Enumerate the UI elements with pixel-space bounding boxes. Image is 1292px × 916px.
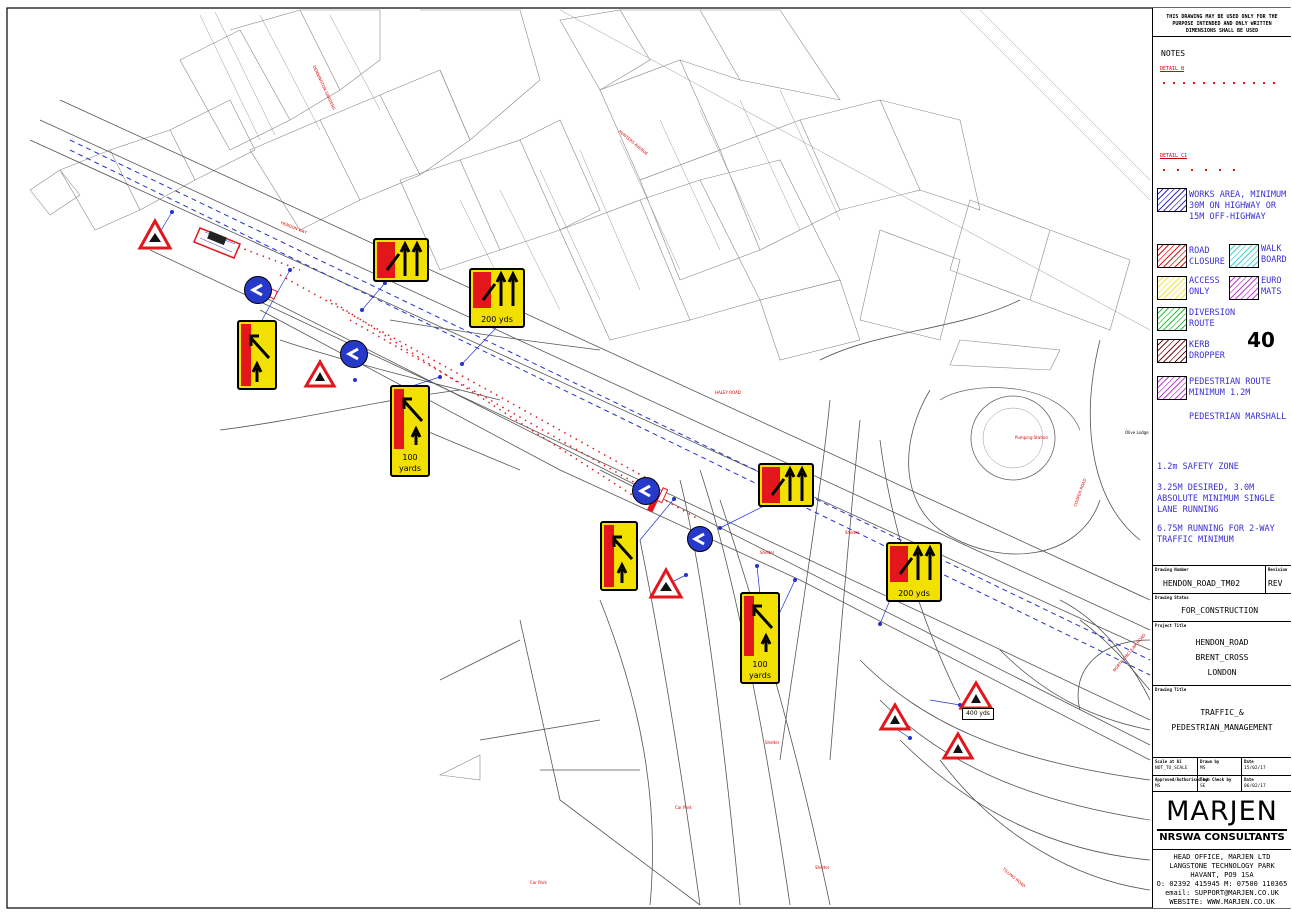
detail-c1-cones [1163,169,1241,171]
disclaimer: THIS DRAWING MAY BE USED ONLY FOR THE PU… [1153,8,1291,37]
keep-left-sign [632,477,660,505]
place-label: Car Park [675,805,692,810]
works-area-text: WORKS AREA, MINIMUM 30M ON HIGHWAY OR 15… [1189,190,1287,222]
place-label: Pumping Station [1015,435,1048,440]
drawing-number-cell: Drawing Number HENDON_ROAD_TM02 Revision… [1153,565,1291,594]
sign-distance-unit: yards [398,464,422,473]
keep-left-sign [340,340,368,368]
keep-left-sign [687,526,713,552]
lane-closure-sign-200yds: 200 yds [469,268,525,328]
walk-board-swatch [1229,244,1259,268]
company-name: MARJEN [1166,796,1278,827]
place-label: Shelter [765,740,780,745]
detail-c1-label: DETAIL C1 [1160,153,1188,159]
single-lane-text: 3.25M DESIRED, 3.0M ABSOLUTE MINIMUM SIN… [1157,483,1275,515]
company-logo: MARJEN NRSWA CONSULTANTS [1153,791,1291,850]
distance-plate-400yds: 400 yds [962,708,994,720]
works-area-swatch [1157,188,1187,212]
pedestrian-route-text: PEDESTRIAN ROUTE MINIMUM 1.2M [1189,377,1271,398]
lane-closure-sign [373,238,429,282]
detail-b-cones [1163,82,1279,84]
project-title-cell: Project Title HENDON_ROAD BRENT_CROSS LO… [1153,621,1291,686]
two-way-text: 6.75M RUNNING FOR 2-WAY TRAFFIC MINIMUM [1157,524,1275,545]
kerb-dropper-swatch [1157,339,1187,363]
lane-merge-sign-100yards: 100 yards [390,385,430,477]
sign-distance-label: 200 yds [481,315,513,324]
place-label: Car Park [530,880,547,885]
euro-mats-text: EURO MATS [1261,276,1282,297]
euro-mats-swatch [1229,276,1259,300]
place-label: Shelter [760,550,775,555]
site-plan-drawing [6,7,1291,909]
road-closure-text: ROAD CLOSURE [1189,246,1225,267]
road-label: HALEY ROAD [715,390,741,395]
road-closure-swatch [1157,244,1187,268]
place-label: Olive Lodge [1125,430,1149,435]
detail-b-notes [1153,91,1291,147]
lane-closure-sign [758,463,814,507]
sign-distance-number: 100 [752,660,768,669]
place-label: Shelter [815,865,830,870]
status-cell: Drawing Status FOR_CONSTRUCTION [1153,593,1291,622]
drawing-status: FOR_CONSTRUCTION [1181,606,1259,615]
pedestrian-marshall-text: PEDESTRIAN MARSHALL [1189,412,1287,422]
place-label: Shelter [845,530,860,535]
approvals-cell: Scale at A1 NOT_TO_SCALE Drawn by MS Dat… [1153,757,1291,792]
sign-distance-unit: yards [748,671,772,680]
access-only-swatch [1157,276,1187,300]
detail-b-label: DETAIL B [1160,66,1185,72]
drawing-number: HENDON_ROAD_TM02 [1163,579,1241,588]
diversion-route-text: DIVERSION ROUTE [1189,308,1236,329]
diversion-route-swatch [1157,307,1187,331]
walk-board-text: WALK BOARD [1261,244,1287,265]
lane-merge-sign [237,320,277,390]
kerb-dropper-text: KERB DROPPER [1189,340,1225,361]
company-subtitle: NRSWA CONSULTANTS [1159,832,1285,843]
notes-title: NOTES [1161,49,1186,58]
lane-merge-sign-100yards: 100 yards [740,592,780,684]
sign-distance-number: 100 [402,453,418,462]
company-address: HEAD OFFICE, MARJEN LTD LANGSTONE TECHNO… [1153,849,1291,909]
lane-closure-sign-200yds: 200 yds [886,542,942,602]
drawing-sidebar: THIS DRAWING MAY BE USED ONLY FOR THE PU… [1152,8,1291,908]
safety-zone-text: 1.2m SAFETY ZONE [1157,462,1239,472]
lane-merge-sign [600,521,638,591]
keep-left-sign [244,276,272,304]
drawing-title-cell: Drawing Title TRAFFIC_& PEDESTRIAN_MANAG… [1153,685,1291,758]
pedestrian-route-swatch [1157,376,1187,400]
speed-limit-value: 40 [1247,328,1275,352]
access-only-text: ACCESS ONLY [1189,276,1220,297]
revision: REV [1268,579,1283,588]
sign-distance-label: 200 yds [898,589,930,598]
